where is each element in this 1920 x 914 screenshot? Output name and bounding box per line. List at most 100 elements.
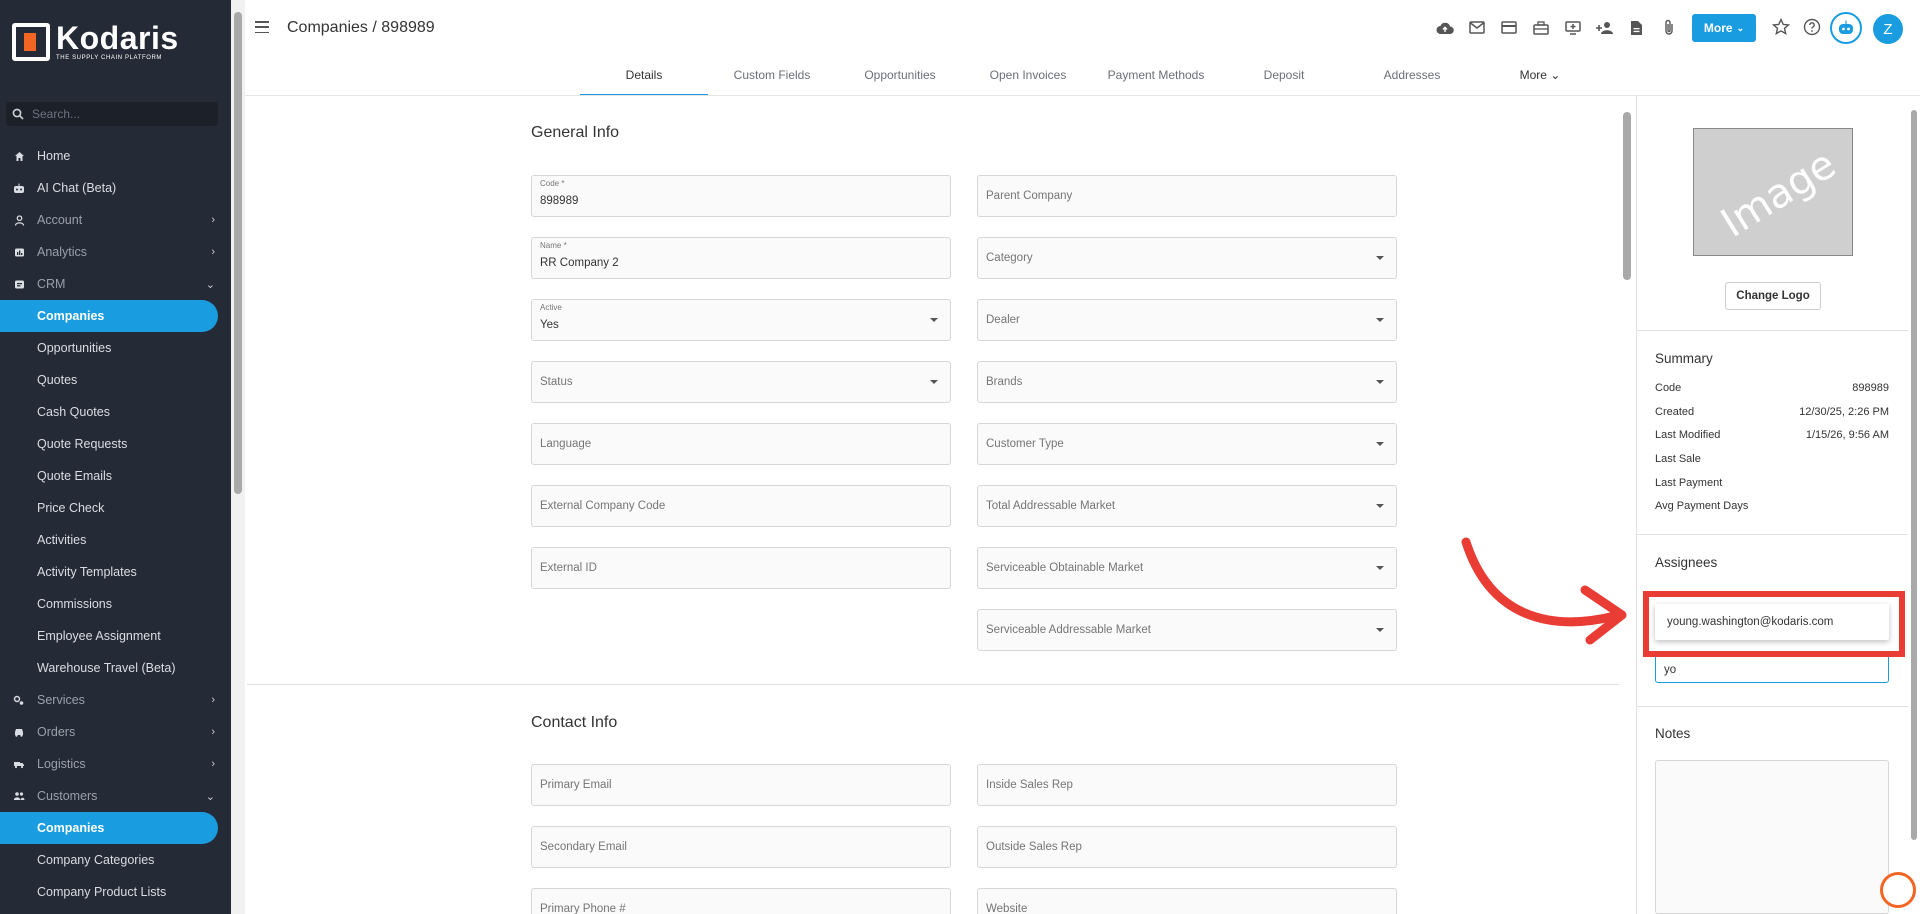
ai-assistant-icon[interactable] (1830, 12, 1862, 44)
sidebar-item-quotes[interactable]: Quotes (0, 364, 231, 396)
active-select[interactable]: Active Yes (531, 299, 951, 341)
website-field[interactable]: Website (977, 888, 1397, 914)
sidebar-item-opportunities[interactable]: Opportunities (0, 332, 231, 364)
summary-label: Last Payment (1655, 477, 1723, 489)
customer-type-select[interactable]: Customer Type (977, 423, 1397, 465)
sidebar-item-label: Services (37, 693, 85, 707)
cloud-upload-icon[interactable] (1435, 18, 1454, 37)
change-logo-button[interactable]: Change Logo (1725, 282, 1821, 310)
sidebar-item-logistics[interactable]: Logistics › (0, 748, 231, 780)
sidebar-item-label: AI Chat (Beta) (37, 181, 117, 195)
sidebar-item-quote-requests[interactable]: Quote Requests (0, 428, 231, 460)
more-button[interactable]: More ⌄ (1692, 14, 1756, 42)
sidebar-item-customers-companies[interactable]: Companies (0, 812, 218, 844)
serviceable-obtainable-market-select[interactable]: Serviceable Obtainable Market (977, 547, 1397, 589)
right-panel-scrollbar-thumb[interactable] (1911, 110, 1917, 840)
assignee-input[interactable]: yo (1655, 653, 1889, 683)
sidebar-item-company-categories[interactable]: Company Categories (0, 844, 231, 876)
outside-sales-rep-field[interactable]: Outside Sales Rep (977, 826, 1397, 868)
sidebar-item-ai-chat[interactable]: AI Chat (Beta) (0, 172, 231, 204)
secondary-email-field[interactable]: Secondary Email (531, 826, 951, 868)
primary-phone-placeholder: Primary Phone # (540, 903, 626, 914)
name-field[interactable]: Name * RR Company 2 (531, 237, 951, 279)
sidebar-item-label: Quote Requests (37, 437, 128, 451)
section-divider (247, 684, 1619, 685)
briefcase-icon[interactable] (1531, 18, 1550, 37)
sidebar-item-label: Price Check (37, 501, 105, 515)
sidebar-item-warehouse-travel[interactable]: Warehouse Travel (Beta) (0, 652, 231, 684)
sidebar-search-input[interactable] (32, 107, 202, 121)
code-field[interactable]: Code * 898989 (531, 175, 951, 217)
sidebar-item-activity-templates[interactable]: Activity Templates (0, 556, 231, 588)
sidebar-item-label: Companies (37, 821, 105, 835)
credit-card-icon[interactable] (1499, 18, 1518, 37)
tab-details[interactable]: Details (580, 60, 708, 96)
user-avatar[interactable]: Z (1873, 14, 1903, 44)
sidebar-item-label: Activities (37, 533, 87, 547)
inside-sales-rep-placeholder: Inside Sales Rep (986, 779, 1073, 791)
sidebar-item-cash-quotes[interactable]: Cash Quotes (0, 396, 231, 428)
tab-more[interactable]: More ⌄ (1476, 60, 1604, 96)
sidebar-item-company-product-lists[interactable]: Company Product Lists (0, 876, 231, 908)
attachment-icon[interactable] (1659, 18, 1678, 37)
primary-phone-field[interactable]: Primary Phone # (531, 888, 951, 914)
sidebar-item-activities[interactable]: Activities (0, 524, 231, 556)
tab-addresses[interactable]: Addresses (1348, 60, 1476, 96)
sidebar-scrollbar-thumb[interactable] (234, 12, 242, 494)
truck-icon (12, 757, 26, 771)
sidebar-item-quote-emails[interactable]: Quote Emails (0, 460, 231, 492)
sidebar-item-crm[interactable]: CRM ⌄ (0, 268, 231, 300)
main-scrollbar-thumb[interactable] (1623, 112, 1631, 280)
parent-company-field[interactable]: Parent Company (977, 175, 1397, 217)
tab-open-invoices[interactable]: Open Invoices (964, 60, 1092, 96)
brands-placeholder: Brands (986, 376, 1023, 388)
tab-opportunities[interactable]: Opportunities (836, 60, 964, 96)
sidebar-item-services[interactable]: Services › (0, 684, 231, 716)
sidebar-item-label: Company Categories (37, 853, 155, 867)
add-screen-icon[interactable] (1563, 18, 1582, 37)
tab-payment-methods[interactable]: Payment Methods (1092, 60, 1220, 96)
sidebar-item-customers[interactable]: Customers ⌄ (0, 780, 231, 812)
sidebar-item-crm-companies[interactable]: Companies (0, 300, 218, 332)
serviceable-addressable-market-select[interactable]: Serviceable Addressable Market (977, 609, 1397, 651)
crm-icon (12, 277, 26, 291)
primary-email-field[interactable]: Primary Email (531, 764, 951, 806)
external-company-code-field[interactable]: External Company Code (531, 485, 951, 527)
email-icon[interactable] (1467, 18, 1486, 37)
hamburger-menu-icon[interactable] (255, 21, 269, 33)
summary-label: Code (1655, 382, 1682, 394)
tab-custom-fields[interactable]: Custom Fields (708, 60, 836, 96)
tam-placeholder: Total Addressable Market (986, 500, 1116, 512)
sidebar-item-employee-assignment[interactable]: Employee Assignment (0, 620, 231, 652)
som-placeholder: Serviceable Obtainable Market (986, 562, 1144, 574)
breadcrumb: Companies / 898989 (287, 19, 435, 36)
external-id-field[interactable]: External ID (531, 547, 951, 589)
analytics-icon (12, 245, 26, 259)
sidebar-item-commissions[interactable]: Commissions (0, 588, 231, 620)
sidebar-item-orders[interactable]: Orders › (0, 716, 231, 748)
total-addressable-market-select[interactable]: Total Addressable Market (977, 485, 1397, 527)
notes-textarea[interactable] (1655, 760, 1889, 914)
status-select[interactable]: Status (531, 361, 951, 403)
summary-row: Avg Payment Days (1655, 500, 1889, 512)
add-person-icon[interactable] (1595, 18, 1614, 37)
brands-select[interactable]: Brands (977, 361, 1397, 403)
sidebar-item-home[interactable]: Home (0, 140, 231, 172)
kodaris-logo[interactable]: Kodaris THE SUPPLY CHAIN PLATFORM (12, 22, 179, 61)
support-chat-icon[interactable] (1880, 872, 1916, 908)
sidebar-item-price-check[interactable]: Price Check (0, 492, 231, 524)
document-icon[interactable] (1627, 18, 1646, 37)
dealer-select[interactable]: Dealer (977, 299, 1397, 341)
home-icon (12, 149, 26, 163)
sidebar-item-analytics[interactable]: Analytics › (0, 236, 231, 268)
secondary-email-placeholder: Secondary Email (540, 841, 627, 853)
favorite-star-icon[interactable] (1771, 17, 1791, 39)
help-icon[interactable] (1803, 18, 1821, 39)
inside-sales-rep-field[interactable]: Inside Sales Rep (977, 764, 1397, 806)
sidebar-item-label: Warehouse Travel (Beta) (37, 661, 176, 675)
tab-deposit[interactable]: Deposit (1220, 60, 1348, 96)
category-select[interactable]: Category (977, 237, 1397, 279)
sidebar-item-account[interactable]: Account › (0, 204, 231, 236)
summary-value: 12/30/25, 2:26 PM (1799, 406, 1889, 418)
language-field[interactable]: Language (531, 423, 951, 465)
